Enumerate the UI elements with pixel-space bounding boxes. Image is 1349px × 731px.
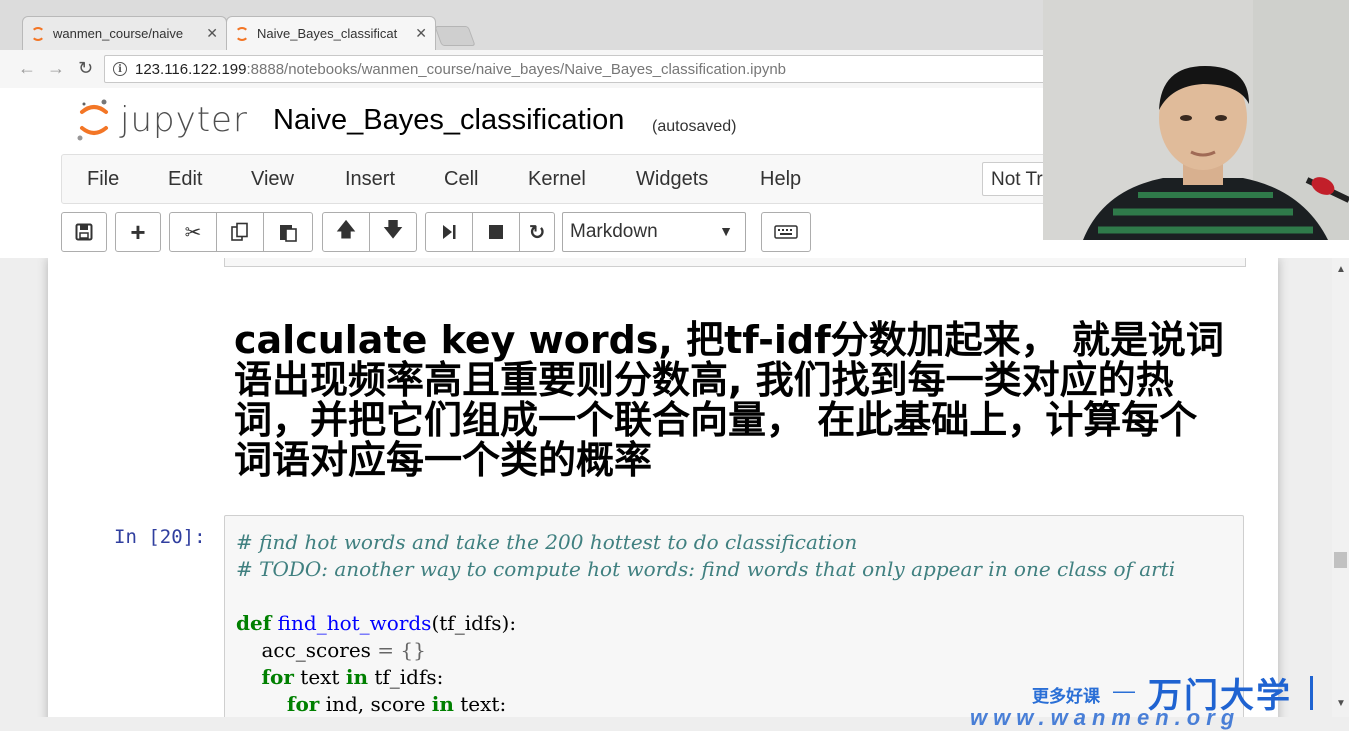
interrupt-kernel-button[interactable] [472,212,520,252]
copy-button[interactable] [216,212,264,252]
notebook-title[interactable]: Naive_Bayes_classification [273,104,624,137]
stop-icon [489,225,503,239]
browser-tab-1[interactable]: wanmen_course/naive ✕ [22,16,227,50]
notebook-page: calculate key words, 把tf-idf分数加起来， 就是说词语… [48,258,1278,717]
watermark-dash: — [1113,678,1135,703]
notebook-area: calculate key words, 把tf-idf分数加起来， 就是说词语… [0,258,1349,717]
scissors-icon: ✂ [184,221,202,244]
code-text: tf_idfs: [374,665,444,689]
arrow-up-icon: 🡅 [335,219,357,241]
url-host: 123.116.122.199 [135,60,247,78]
watermark-site: www.wanmen.org [970,705,1241,730]
keyboard-icon [774,225,798,239]
browser-tab-2[interactable]: Naive_Bayes_classificat ✕ [226,16,436,50]
back-arrow-icon[interactable]: ← [18,58,36,79]
code-text: text [300,665,340,689]
presenter-webcam [1043,0,1349,240]
new-tab-button[interactable] [434,26,476,46]
code-comment: # TODO: another way to compute hot words… [236,557,1176,581]
presenter-video-image [1043,0,1349,240]
menu-edit[interactable]: Edit [168,168,202,191]
code-function-name: find_hot_words [277,611,432,635]
jupyter-favicon-icon [235,26,249,41]
code-keyword: for [261,665,294,689]
plus-icon: + [130,216,146,247]
tab-close-icon[interactable]: ✕ [415,25,427,42]
copy-icon [231,222,248,241]
paste-button[interactable] [263,212,313,252]
code-keyword: in [431,692,454,716]
scrollbar-thumb[interactable] [1334,552,1347,568]
tab-title: Naive_Bayes_classificat [257,26,398,41]
jupyter-favicon-icon [31,26,45,41]
info-icon[interactable]: i [113,62,127,76]
menu-cell[interactable]: Cell [444,168,478,191]
markdown-heading[interactable]: calculate key words, 把tf-idf分数加起来， 就是说词语… [234,320,1234,480]
tab-close-icon[interactable]: ✕ [206,25,218,42]
run-button[interactable] [425,212,473,252]
move-down-button[interactable]: 🡇 [369,212,417,252]
command-palette-button[interactable] [761,212,811,252]
code-text: acc_scores [261,638,371,662]
autosave-status: (autosaved) [652,118,737,135]
cell-type-select[interactable]: Markdown ▼ [562,212,746,252]
save-icon [75,223,93,241]
restart-kernel-button[interactable]: ↻ [519,212,555,252]
code-text: ind, score [325,692,426,716]
caret-down-icon: ▼ [719,223,733,239]
scroll-up-icon[interactable]: ▲ [1336,264,1346,275]
menu-kernel[interactable]: Kernel [528,168,586,191]
paste-icon [280,225,297,242]
page-scrollbar[interactable]: ▲ ▼ [1332,258,1349,717]
code-text: (tf_idfs): [431,611,517,635]
cut-button[interactable]: ✂ [169,212,217,252]
watermark-divider [1310,676,1313,710]
input-prompt: In [20]: [114,526,206,548]
move-up-button[interactable]: 🡅 [322,212,370,252]
code-text: {} [400,638,426,662]
menu-widgets[interactable]: Widgets [636,168,708,191]
code-comment: # find hot words and take the 200 hottes… [236,530,858,554]
jupyter-logo-text: jupyter [120,100,248,140]
menu-file[interactable]: File [87,168,119,191]
save-button[interactable] [61,212,107,252]
arrow-down-icon: 🡇 [382,219,404,241]
url-path: :8888/notebooks/wanmen_course/naive_baye… [246,60,787,78]
tab-title: wanmen_course/naive [53,26,184,41]
reload-icon[interactable]: ↻ [78,58,93,79]
refresh-icon: ↻ [528,221,546,244]
code-text: text: [460,692,507,716]
previous-cell-edge[interactable] [224,258,1246,267]
forward-arrow-icon[interactable]: → [47,58,65,79]
code-keyword: def [236,611,272,635]
step-forward-icon [443,225,456,239]
watermark-more-courses: 更多好课 [1032,687,1100,706]
menu-help[interactable]: Help [760,168,801,191]
code-keyword: for [286,692,320,716]
insert-cell-button[interactable]: + [115,212,161,252]
code-keyword: in [345,665,368,689]
menu-insert[interactable]: Insert [345,168,395,191]
scroll-down-icon[interactable]: ▼ [1336,698,1346,709]
url-input[interactable]: i 123.116.122.199:8888/notebooks/wanmen_… [104,55,1104,83]
menu-view[interactable]: View [251,168,294,191]
code-operator: = [377,638,395,662]
cell-type-value: Markdown [570,221,658,242]
